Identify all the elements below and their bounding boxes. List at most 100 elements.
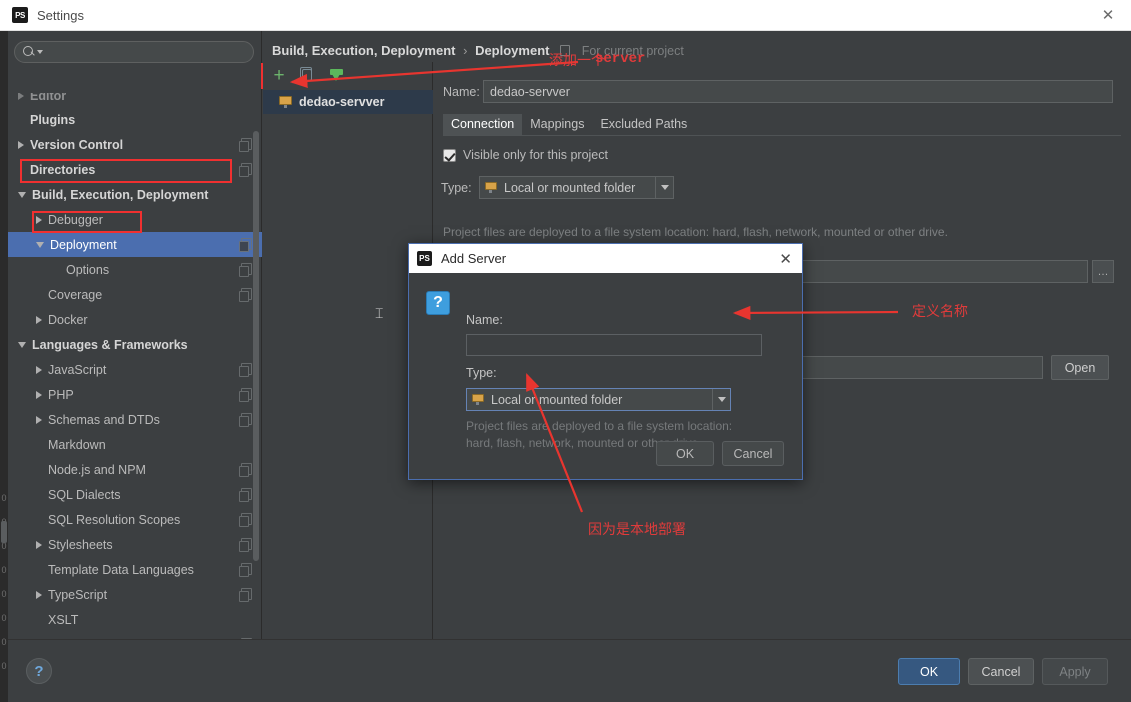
visible-only-checkbox[interactable] [443,149,456,162]
sidebar-item-directories[interactable]: Directories [8,157,262,182]
copy-settings-icon[interactable] [241,413,252,425]
chevron-right-icon[interactable] [36,541,42,549]
copy-settings-icon[interactable] [241,388,252,400]
sidebar-item-label: TypeScript [48,588,107,602]
sidebar-item-label: SQL Dialects [48,488,120,502]
server-list-item[interactable]: dedao-servver [263,90,433,114]
sidebar-item-label: Plugins [30,113,75,127]
chevron-down-icon[interactable] [18,342,26,348]
copy-settings-icon[interactable] [241,163,252,175]
sidebar-item-schemas-and-dtds[interactable]: Schemas and DTDs [8,407,262,432]
modal-ok-button[interactable]: OK [656,441,714,466]
copy-server-button[interactable] [295,64,321,88]
chevron-right-icon[interactable] [36,591,42,599]
search-input[interactable] [47,45,253,59]
sidebar-item-xslt[interactable]: XSLT [8,607,262,632]
name-field-row: Name: [443,80,1113,103]
browse-button[interactable]: … [1092,260,1114,283]
copy-settings-icon[interactable] [241,488,252,500]
modal-type-combobox[interactable]: Local or mounted folder [466,388,731,411]
sidebar-item-debugger[interactable]: Debugger [8,207,262,232]
settings-tree[interactable]: Editor Plugins Version ControlDirectoriesB… [8,93,262,663]
sidebar-item-label: PHP [48,388,74,402]
sidebar-item-build-execution-deployment[interactable]: Build, Execution, Deployment [8,182,262,207]
sidebar-item-editor[interactable]: Editor [8,93,262,107]
text-cursor-icon: ⌶ [375,305,384,321]
tab-excluded-paths[interactable]: Excluded Paths [592,114,695,135]
sidebar-item-template-data-languages[interactable]: Template Data Languages [8,557,262,582]
set-default-server-button[interactable] [324,64,350,88]
modal-cancel-button[interactable]: Cancel [722,441,784,466]
sidebar-item-markdown[interactable]: Markdown [8,432,262,457]
copy-settings-icon[interactable] [241,463,252,475]
sidebar-item-plugins[interactable]: Plugins [8,107,262,132]
sidebar-item-node-js-and-npm[interactable]: Node.js and NPM [8,457,262,482]
chevron-right-icon[interactable] [36,416,42,424]
copy-settings-icon[interactable] [241,363,252,375]
window-close-icon[interactable]: ✕ [1085,0,1131,30]
help-button[interactable]: ? [26,658,52,684]
chevron-right-icon[interactable] [36,391,42,399]
add-server-button[interactable]: + [266,64,292,88]
settings-search-box[interactable] [14,41,254,63]
add-server-close-icon[interactable]: ✕ [779,250,792,268]
background-ruler-tick: 0 [0,486,8,510]
type-combobox[interactable]: Local or mounted folder [479,176,674,199]
tab-connection[interactable]: Connection [443,114,522,135]
chevron-down-icon[interactable] [36,242,44,248]
copy-settings-icon[interactable] [241,538,252,550]
sidebar-item-label: Deployment [50,238,117,252]
sidebar-item-label: Docker [48,313,88,327]
copy-settings-icon[interactable] [241,288,252,300]
breadcrumb-current: Deployment [475,43,549,58]
local-folder-icon [279,96,293,108]
sidebar-item-label: XSLT [48,613,78,627]
sidebar-scrollbar-thumb[interactable] [253,131,259,561]
chevron-right-icon[interactable] [36,366,42,374]
sidebar-item-coverage[interactable]: Coverage [8,282,262,307]
sidebar-item-stylesheets[interactable]: Stylesheets [8,532,262,557]
visible-only-row[interactable]: Visible only for this project [443,148,608,162]
tab-mappings[interactable]: Mappings [522,114,592,135]
cancel-button[interactable]: Cancel [968,658,1034,685]
sidebar-item-languages-frameworks[interactable]: Languages & Frameworks [8,332,262,357]
copy-settings-icon[interactable] [241,138,252,150]
background-scrollbar-thumb[interactable] [1,521,7,543]
background-ruler-tick: 0 [0,606,8,630]
chevron-down-icon[interactable] [655,177,673,198]
sidebar-item-typescript[interactable]: TypeScript [8,582,262,607]
check-badge-icon [330,69,343,82]
detail-tabs[interactable]: Connection Mappings Excluded Paths [443,113,1121,136]
sidebar-item-sql-dialects[interactable]: SQL Dialects [8,482,262,507]
apply-button[interactable]: Apply [1042,658,1108,685]
sidebar-item-deployment[interactable]: Deployment [8,232,262,257]
copy-settings-icon[interactable] [241,563,252,575]
breadcrumb-root: Build, Execution, Deployment [272,43,455,58]
window-titlebar: PS Settings ✕ [0,0,1131,31]
chevron-right-icon[interactable] [18,93,24,100]
chevron-right-icon[interactable] [36,316,42,324]
modal-name-input[interactable] [466,334,762,356]
sidebar-item-options[interactable]: Options [8,257,262,282]
sidebar-item-version-control[interactable]: Version Control [8,132,262,157]
sidebar-item-sql-resolution-scopes[interactable]: SQL Resolution Scopes [8,507,262,532]
sidebar-item-javascript[interactable]: JavaScript [8,357,262,382]
modal-hint-line1: Project files are deployed to a file sys… [466,418,732,435]
sidebar-item-label: Schemas and DTDs [48,413,160,427]
ok-button[interactable]: OK [898,658,960,685]
sidebar-item-php[interactable]: PHP [8,382,262,407]
name-input[interactable] [483,80,1113,103]
chevron-right-icon[interactable] [18,141,24,149]
sidebar-item-docker[interactable]: Docker [8,307,262,332]
chevron-down-icon[interactable] [18,192,26,198]
copy-settings-icon[interactable] [241,513,252,525]
chevron-right-icon[interactable] [36,216,42,224]
copy-settings-icon[interactable] [241,263,252,275]
copy-settings-icon[interactable] [241,588,252,600]
add-server-title: Add Server [441,251,506,266]
open-button[interactable]: Open [1051,355,1109,380]
chevron-down-icon[interactable] [712,389,730,410]
copy-settings-icon[interactable] [241,238,252,250]
window-title: Settings [37,8,84,23]
modal-type-label: Type: [466,366,497,380]
